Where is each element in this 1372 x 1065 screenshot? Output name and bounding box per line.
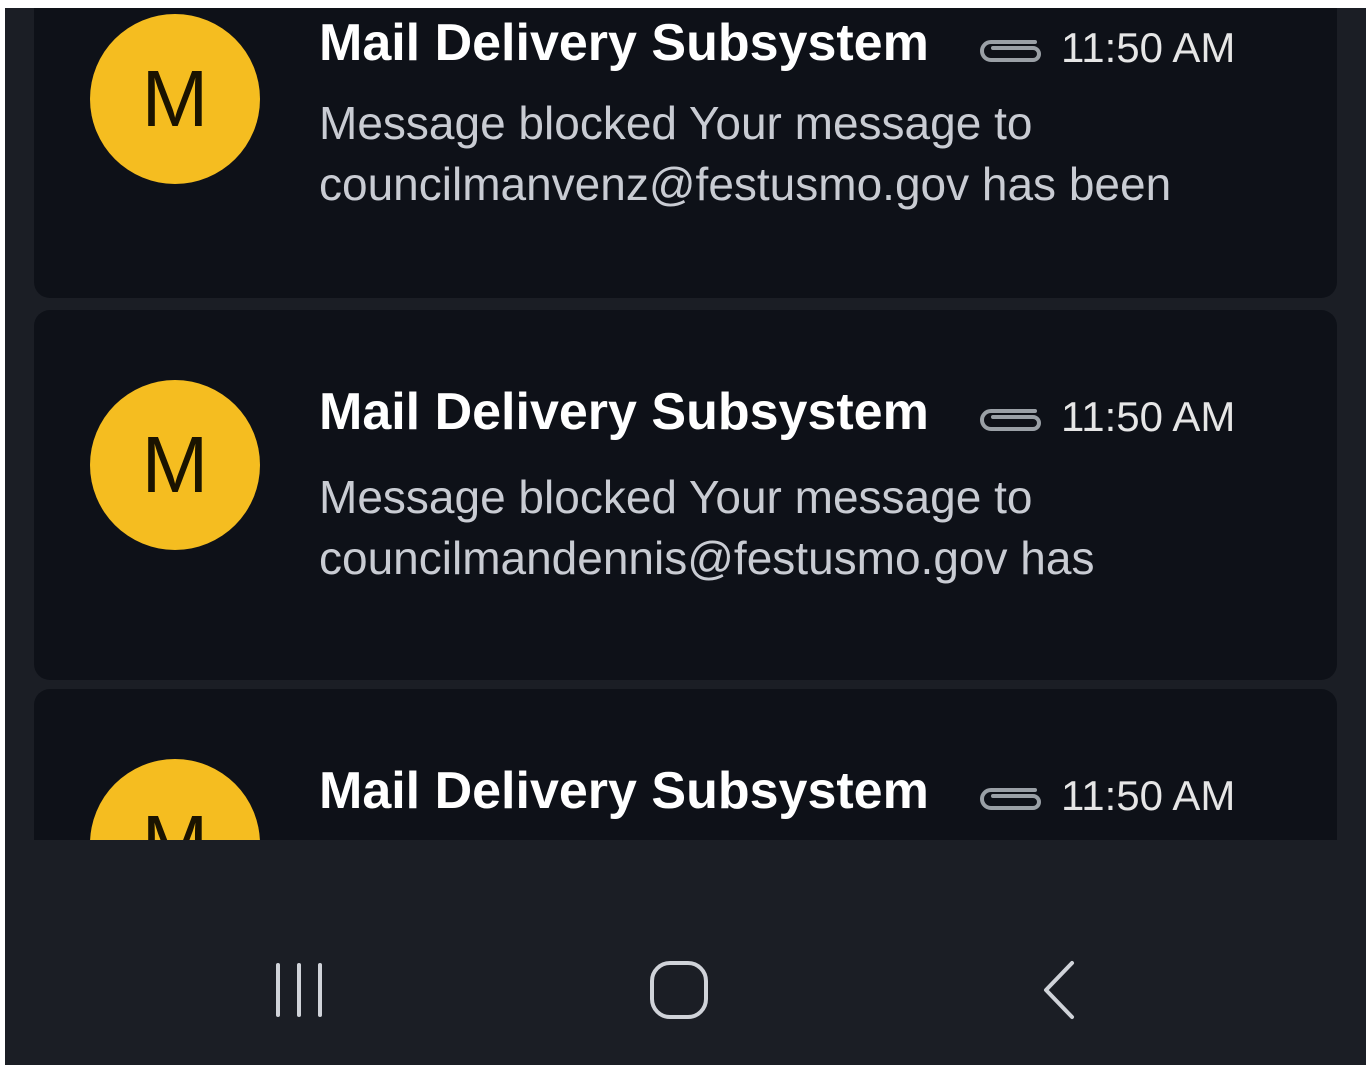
sender-name: Mail Delivery Subsystem: [319, 14, 929, 72]
sender-avatar: M: [90, 380, 260, 550]
email-item[interactable]: M Mail Delivery Subsystem 11:50 AM Messa…: [34, 8, 1337, 298]
sender-name: Mail Delivery Subsystem: [319, 383, 929, 441]
email-item[interactable]: M Mail Delivery Subsystem 11:50 AM: [34, 689, 1337, 840]
phone-screen: M Mail Delivery Subsystem 11:50 AM Messa…: [5, 8, 1366, 1065]
sender-avatar: M: [90, 14, 260, 184]
attachment-icon: [980, 409, 1041, 431]
recents-button[interactable]: [239, 940, 359, 1040]
sender-avatar: M: [90, 759, 260, 840]
sender-name: Mail Delivery Subsystem: [319, 762, 929, 820]
recents-icon: [276, 963, 322, 1017]
email-time: 11:50 AM: [1061, 772, 1236, 819]
back-button[interactable]: [1000, 940, 1120, 1040]
home-button[interactable]: [619, 940, 739, 1040]
avatar-letter: M: [141, 54, 209, 143]
avatar-letter: M: [141, 420, 209, 509]
navigation-bar: [5, 840, 1366, 1065]
email-time: 11:50 AM: [1061, 24, 1236, 71]
email-snippet: Message blocked Your message to councilm…: [319, 97, 1172, 210]
avatar-letter: M: [142, 804, 209, 841]
email-snippet: Message blocked Your message to councilm…: [319, 471, 1095, 584]
attachment-icon: [980, 40, 1041, 62]
email-time: 11:50 AM: [1061, 393, 1236, 440]
email-list: M Mail Delivery Subsystem 11:50 AM Messa…: [5, 8, 1366, 840]
email-item[interactable]: M Mail Delivery Subsystem 11:50 AM Messa…: [34, 310, 1337, 680]
attachment-icon: [980, 788, 1041, 810]
home-icon: [650, 961, 708, 1019]
back-icon: [1044, 961, 1074, 1019]
